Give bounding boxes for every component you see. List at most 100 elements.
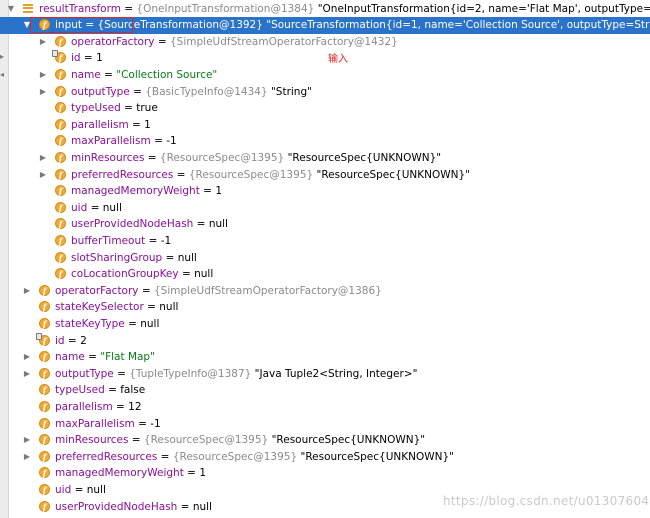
field-name: id bbox=[55, 334, 65, 347]
tree-row[interactable]: f typeUsed = true bbox=[0, 100, 650, 117]
tree-row[interactable]: f stateKeySelector = null bbox=[0, 299, 650, 316]
expand-arrow-right-icon[interactable]: ▶ bbox=[22, 366, 32, 383]
expand-arrow-right-icon[interactable]: ▶ bbox=[38, 34, 48, 51]
row-text: minResources = {ResourceSpec@1395} "Reso… bbox=[71, 151, 442, 164]
tree-row[interactable]: f bufferTimeout = -1 bbox=[0, 233, 650, 250]
tree-row[interactable]: f managedMemoryWeight = 1 bbox=[0, 465, 650, 482]
field-name: typeUsed bbox=[55, 384, 105, 397]
expand-arrow-right-icon[interactable]: ▶ bbox=[38, 84, 48, 101]
expand-arrow-right-icon[interactable]: ▶ bbox=[22, 283, 32, 300]
field-icon: f bbox=[55, 201, 66, 213]
field-value: null bbox=[102, 201, 122, 214]
tree-row[interactable]: ▶ f minResources = {ResourceSpec@1395} "Re… bbox=[0, 432, 650, 449]
field-value: 1 bbox=[96, 52, 103, 65]
field-icon: f bbox=[39, 301, 50, 313]
tree-row[interactable]: f uid = null bbox=[0, 200, 650, 217]
tree-row[interactable]: ▶ f minResources = {ResourceSpec@1395} "Re… bbox=[0, 150, 650, 167]
tree-row[interactable]: ▶ f outputType = {BasicTypeInfo@1434} "Str… bbox=[0, 84, 650, 101]
field-icon: f bbox=[55, 151, 66, 163]
tree-row[interactable]: f parallelism = 12 bbox=[0, 399, 650, 416]
field-name: typeUsed bbox=[71, 102, 121, 115]
field-name: stateKeyType bbox=[55, 317, 125, 330]
tree-row[interactable]: f userProvidedNodeHash = null bbox=[0, 216, 650, 233]
field-icon: f bbox=[55, 268, 66, 280]
field-name: maxParallelism bbox=[71, 135, 151, 148]
expand-arrow-right-icon[interactable]: ▶ bbox=[38, 150, 48, 167]
object-reference: {BasicTypeInfo@1434} bbox=[145, 85, 268, 98]
row-text: managedMemoryWeight = 1 bbox=[55, 467, 206, 480]
field-icon: f bbox=[39, 284, 50, 296]
object-reference: {OneInputTransformation@1384} bbox=[136, 2, 315, 15]
field-icon: f bbox=[55, 234, 66, 246]
expand-arrow-right-icon[interactable]: ▶ bbox=[38, 167, 48, 184]
field-name: managedMemoryWeight bbox=[71, 185, 200, 198]
field-name: uid bbox=[71, 201, 88, 214]
tree-row[interactable]: f maxParallelism = -1 bbox=[0, 133, 650, 150]
object-reference: {ResourceSpec@1395} bbox=[188, 168, 314, 181]
tree-row[interactable]: f managedMemoryWeight = 1 bbox=[0, 183, 650, 200]
expand-arrow-right-icon[interactable]: ▶ bbox=[22, 449, 32, 466]
tree-row[interactable]: f id = 1 bbox=[0, 50, 650, 67]
row-text: operatorFactory = {SimpleUdfStreamOperat… bbox=[55, 284, 382, 297]
tree-row[interactable]: ▼ resultTransform = {OneInputTransformati… bbox=[0, 1, 650, 18]
field-value: -1 bbox=[150, 417, 161, 430]
tree-row[interactable]: ▶ f operatorFactory = {SimpleUdfStreamOper… bbox=[0, 283, 650, 300]
expand-arrow-right-icon[interactable]: ▶ bbox=[38, 67, 48, 84]
field-value: "Java Tuple2<String, Integer>" bbox=[254, 367, 418, 380]
field-name: outputType bbox=[71, 85, 130, 98]
field-value: true bbox=[136, 102, 158, 115]
tree-row[interactable]: f parallelism = 1 bbox=[0, 117, 650, 134]
expand-arrow-down-icon[interactable]: ▼ bbox=[6, 1, 16, 18]
row-text: name = "Flat Map" bbox=[55, 351, 155, 364]
field-value: null bbox=[86, 483, 106, 496]
tree-row[interactable]: ▶ f outputType = {TupleTypeInfo@1387} "Jav… bbox=[0, 366, 650, 383]
object-reference: {SimpleUdfStreamOperatorFactory@1432} bbox=[170, 35, 398, 48]
highlight-box bbox=[30, 17, 133, 33]
tree-row[interactable]: f maxParallelism = -1 bbox=[0, 416, 650, 433]
field-name: resultTransform bbox=[39, 2, 121, 15]
row-text: userProvidedNodeHash = null bbox=[71, 218, 228, 231]
object-reference: {ResourceSpec@1395} bbox=[159, 151, 285, 164]
field-icon: f bbox=[39, 351, 50, 363]
field-icon: f bbox=[39, 417, 50, 429]
row-text: uid = null bbox=[71, 201, 122, 214]
field-value: -1 bbox=[166, 135, 177, 148]
field-value: null bbox=[159, 301, 179, 314]
row-text: parallelism = 12 bbox=[55, 400, 142, 413]
tree-row[interactable]: ▶ f operatorFactory = {SimpleUdfStreamOper… bbox=[0, 34, 650, 51]
field-icon: f bbox=[39, 500, 50, 512]
field-value: "ResourceSpec{UNKNOWN}" bbox=[271, 434, 426, 447]
tree-row[interactable]: f stateKeyType = null bbox=[0, 316, 650, 333]
field-value: "SourceTransformation{id=1, name='Collec… bbox=[266, 19, 650, 32]
row-text: name = "Collection Source" bbox=[71, 68, 218, 81]
tree-row[interactable]: f typeUsed = false bbox=[0, 382, 650, 399]
field-value: -1 bbox=[160, 234, 172, 247]
row-text: maxParallelism = -1 bbox=[71, 135, 177, 148]
row-text: minResources = {ResourceSpec@1395} "Reso… bbox=[55, 434, 426, 447]
tree-row[interactable]: f coLocationGroupKey = null bbox=[0, 266, 650, 283]
field-icon: f bbox=[39, 400, 50, 412]
tree-row[interactable]: ▶ f preferredResources = {ResourceSpec@139… bbox=[0, 449, 650, 466]
row-text: id = 1 bbox=[71, 52, 103, 65]
field-icon: f bbox=[39, 434, 50, 446]
tree-row[interactable]: ▶ f name = "Flat Map" bbox=[0, 349, 650, 366]
object-reference: {ResourceSpec@1395} bbox=[143, 434, 269, 447]
field-value: "OneInputTransformation{id=2, name='Flat… bbox=[317, 2, 650, 15]
field-name: preferredResources bbox=[55, 450, 158, 463]
field-value: "Flat Map" bbox=[100, 351, 155, 364]
field-icon: f bbox=[55, 135, 66, 147]
tree-row[interactable]: f id = 2 bbox=[0, 332, 650, 350]
row-text: preferredResources = {ResourceSpec@1395}… bbox=[71, 168, 471, 181]
row-text: managedMemoryWeight = 1 bbox=[71, 185, 222, 198]
field-icon: f bbox=[55, 168, 66, 180]
row-text: coLocationGroupKey = null bbox=[71, 268, 214, 281]
row-text: resultTransform = {OneInputTransformatio… bbox=[39, 1, 650, 18]
tree-row[interactable]: f slotSharingGroup = null bbox=[0, 250, 650, 267]
expand-arrow-right-icon[interactable]: ▶ bbox=[22, 349, 32, 366]
row-text: input = {SourceTransformation@1392} "Sou… bbox=[55, 17, 650, 34]
expand-arrow-right-icon[interactable]: ▶ bbox=[22, 432, 32, 449]
field-value: null bbox=[177, 251, 197, 264]
row-text: parallelism = 1 bbox=[71, 118, 151, 131]
tree-row[interactable]: ▶ f name = "Collection Source" bbox=[0, 67, 650, 84]
tree-row[interactable]: ▶ f preferredResources = {ResourceSpec@139… bbox=[0, 167, 650, 184]
